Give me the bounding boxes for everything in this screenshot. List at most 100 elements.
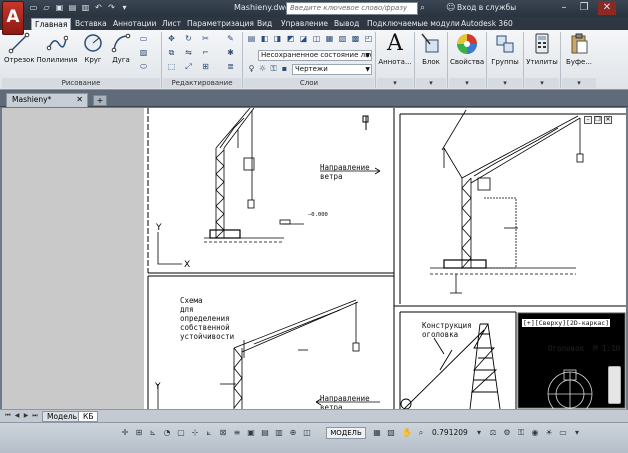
close-icon[interactable]: ✕ bbox=[598, 1, 616, 15]
panel-expand[interactable]: ▾ bbox=[488, 78, 522, 88]
layer-icon[interactable]: ◧ bbox=[259, 34, 270, 44]
search-input[interactable]: Введите ключевое слово/фразу bbox=[286, 2, 418, 15]
transparency-icon[interactable]: ▣ bbox=[246, 428, 256, 438]
tab-manage[interactable]: Управление bbox=[278, 18, 331, 30]
panel-expand[interactable]: ▾ bbox=[416, 78, 446, 88]
layout-tab-kb[interactable]: КБ bbox=[78, 411, 99, 422]
plus-icon[interactable]: + bbox=[93, 95, 107, 106]
quick-properties-icon[interactable]: ▤ bbox=[260, 428, 270, 438]
rectangle-icon[interactable]: ▭ bbox=[138, 34, 149, 44]
undo-icon[interactable]: ↶ bbox=[93, 2, 104, 13]
viewport-controls-label[interactable]: [+][Сверху][2D-каркас] bbox=[522, 319, 611, 327]
model-space-toggle[interactable]: МОДЕЛЬ bbox=[326, 427, 366, 439]
ellipse-icon[interactable]: ⬭ bbox=[138, 62, 149, 72]
array-icon[interactable]: ⊞ bbox=[200, 62, 211, 72]
allow-disallow-ucs-icon[interactable]: ⟀ bbox=[204, 428, 214, 438]
grid-display-icon[interactable]: ⊞ bbox=[134, 428, 144, 438]
stretch-icon[interactable]: ⬚ bbox=[166, 62, 177, 72]
hatch-icon[interactable]: ▨ bbox=[138, 48, 149, 58]
lock-icon[interactable]: ⚿ bbox=[516, 428, 526, 438]
copy-icon[interactable]: ⧉ bbox=[166, 48, 177, 58]
clipboard-button[interactable]: Буфе... bbox=[563, 32, 595, 67]
layer-icon[interactable]: ◫ bbox=[311, 34, 322, 44]
rotate-icon[interactable]: ↻ bbox=[183, 34, 194, 44]
navigation-bar[interactable] bbox=[608, 366, 621, 404]
layer-icon[interactable]: ▩ bbox=[350, 34, 361, 44]
restore-icon[interactable]: ❐ bbox=[594, 116, 602, 124]
layer-icon[interactable]: ◩ bbox=[285, 34, 296, 44]
sun-icon[interactable]: ☼ bbox=[257, 64, 268, 74]
save-icon[interactable]: ▣ bbox=[54, 2, 65, 13]
lightbulb-icon[interactable]: ♀ bbox=[246, 64, 257, 74]
login-link[interactable]: Вход в службы bbox=[457, 3, 516, 12]
zoom-icon[interactable]: ⌕ bbox=[416, 428, 426, 438]
annotation-monitor-icon[interactable]: ⊕ bbox=[288, 428, 298, 438]
arc-tool-button[interactable]: Дуга bbox=[108, 32, 134, 65]
panel-expand[interactable]: ▾ bbox=[377, 78, 413, 88]
last-layout-icon[interactable]: ⏭ bbox=[31, 412, 39, 420]
polar-tracking-icon[interactable]: ◔ bbox=[162, 428, 172, 438]
ortho-mode-icon[interactable]: ⊾ bbox=[148, 428, 158, 438]
modify-panel-title[interactable]: Редактирование bbox=[163, 78, 241, 88]
open-icon[interactable]: ▱ bbox=[41, 2, 52, 13]
document-tab[interactable]: Mashieny* ✕ bbox=[6, 93, 88, 107]
annotation-button[interactable]: A Аннота... bbox=[378, 32, 412, 67]
first-layout-icon[interactable]: ⏮ bbox=[4, 412, 12, 420]
layout-tab-model[interactable]: Модель bbox=[42, 411, 83, 422]
status-menu-icon[interactable]: ▾ bbox=[572, 428, 582, 438]
panel-expand[interactable]: ▾ bbox=[449, 78, 485, 88]
layer-icon[interactable]: ◪ bbox=[298, 34, 309, 44]
next-layout-icon[interactable]: ▶ bbox=[22, 412, 30, 420]
selection-cycling-icon[interactable]: ▥ bbox=[274, 428, 284, 438]
restore-icon[interactable]: ❐ bbox=[575, 1, 593, 15]
draw-panel-title[interactable]: Рисование bbox=[2, 78, 160, 88]
tab-output[interactable]: Вывод bbox=[331, 18, 362, 30]
layer-state-select[interactable]: Несохраненное состояние листа ▼ bbox=[258, 50, 372, 61]
panel-expand[interactable]: ▾ bbox=[562, 78, 596, 88]
close-icon[interactable]: ✕ bbox=[76, 94, 83, 106]
snap-mode-icon[interactable]: ✛ bbox=[120, 428, 130, 438]
tab-view[interactable]: Вид bbox=[254, 18, 275, 30]
fillet-icon[interactable]: ⌐ bbox=[200, 48, 211, 58]
workspace-switching-icon[interactable]: ⚙ bbox=[502, 428, 512, 438]
layer-icon[interactable]: ◨ bbox=[272, 34, 283, 44]
trim-icon[interactable]: ✂ bbox=[200, 34, 211, 44]
tab-addins[interactable]: Подключаемые модули bbox=[364, 18, 463, 30]
layer-icon[interactable]: ◰ bbox=[363, 34, 374, 44]
polyline-tool-button[interactable]: Полилиния bbox=[36, 32, 78, 65]
lock-icon[interactable]: ⚿ bbox=[268, 64, 279, 74]
dropdown-icon[interactable]: ▾ bbox=[119, 2, 130, 13]
annotation-scale-icon[interactable]: ⚖ bbox=[488, 428, 498, 438]
drawing-canvas[interactable]: –0.000 Y X Y Направление ветра Направлен… bbox=[144, 108, 626, 409]
hardware-acceleration-icon[interactable]: ◉ bbox=[530, 428, 540, 438]
groups-button[interactable]: Группы bbox=[489, 32, 521, 67]
layer-properties-icon[interactable]: ▤ bbox=[246, 34, 257, 44]
clean-screen-icon[interactable]: ▭ bbox=[558, 428, 568, 438]
erase-icon[interactable]: ✎ bbox=[225, 34, 236, 44]
move-icon[interactable]: ✥ bbox=[166, 34, 177, 44]
line-tool-button[interactable]: Отрезок bbox=[4, 32, 35, 65]
offset-icon[interactable]: ≣ bbox=[225, 62, 236, 72]
minimize-icon[interactable]: – bbox=[555, 1, 573, 15]
quick-view-layouts-icon[interactable]: ▦ bbox=[372, 428, 382, 438]
new-icon[interactable]: ▭ bbox=[28, 2, 39, 13]
mirror-icon[interactable]: ⇋ bbox=[183, 48, 194, 58]
isolate-objects-icon[interactable]: ☀ bbox=[544, 428, 554, 438]
search-icon[interactable]: ⌕ bbox=[420, 3, 430, 13]
tab-annotate[interactable]: Аннотации bbox=[110, 18, 159, 30]
explode-icon[interactable]: ✱ bbox=[225, 48, 236, 58]
prev-layout-icon[interactable]: ◀ bbox=[13, 412, 21, 420]
minimize-icon[interactable]: – bbox=[584, 116, 592, 124]
dynamic-input-icon[interactable]: ⊠ bbox=[218, 428, 228, 438]
scale-icon[interactable]: ⤢ bbox=[183, 62, 194, 72]
quick-view-drawings-icon[interactable]: ▧ bbox=[386, 428, 396, 438]
object-snap-tracking-icon[interactable]: ⊹ bbox=[190, 428, 200, 438]
layer-icon[interactable]: ▦ bbox=[324, 34, 335, 44]
application-menu-button[interactable]: A bbox=[2, 1, 24, 35]
tab-home[interactable]: Главная bbox=[31, 18, 72, 30]
user-icon[interactable]: ☺ bbox=[446, 3, 456, 13]
layers-panel-title[interactable]: Слои bbox=[244, 78, 374, 88]
chevron-down-icon[interactable]: ▾ bbox=[474, 428, 484, 438]
panel-expand[interactable]: ▾ bbox=[525, 78, 559, 88]
properties-button[interactable]: Свойства bbox=[450, 32, 484, 67]
